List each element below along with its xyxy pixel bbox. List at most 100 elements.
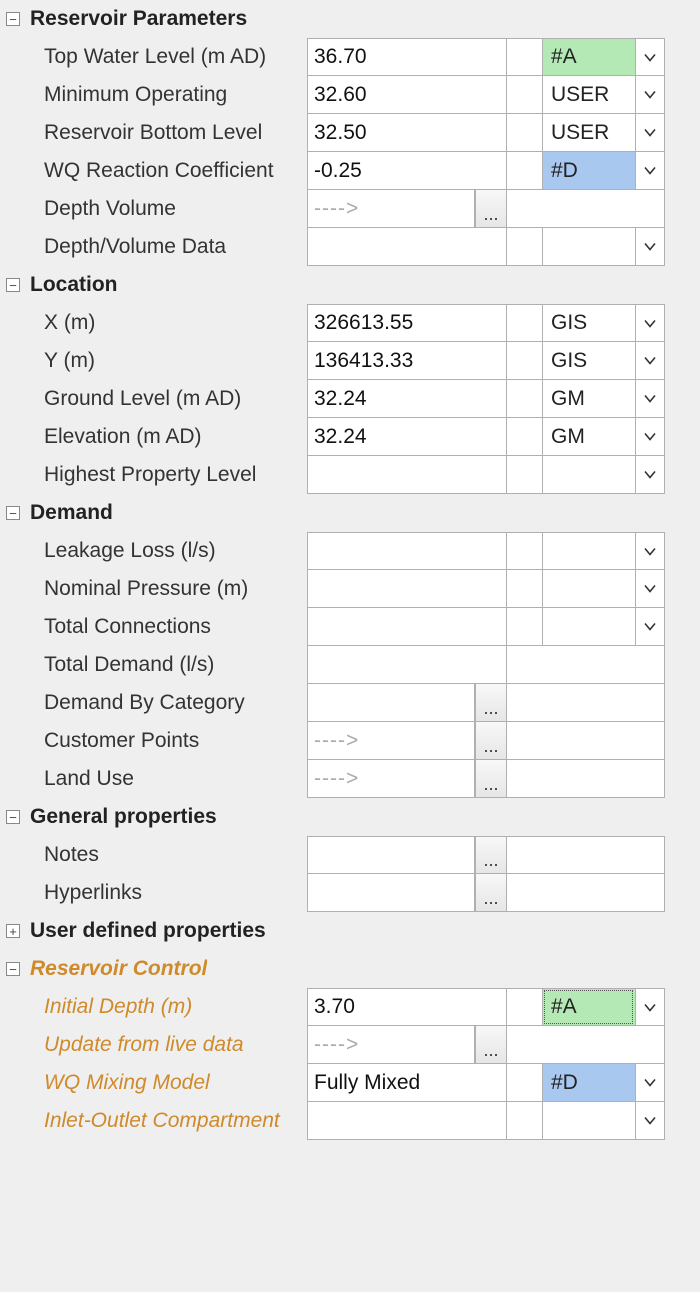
- dropdown-icon[interactable]: [635, 76, 665, 114]
- collapse-icon[interactable]: −: [6, 12, 20, 26]
- value-input[interactable]: [307, 836, 475, 874]
- browse-button[interactable]: ...: [475, 722, 507, 760]
- collapse-icon[interactable]: −: [6, 962, 20, 976]
- property-label: Highest Property Level: [0, 456, 307, 494]
- browse-button[interactable]: ...: [475, 1026, 507, 1064]
- source-tag[interactable]: [542, 608, 635, 646]
- dropdown-icon[interactable]: [635, 418, 665, 456]
- collapse-icon[interactable]: −: [6, 506, 20, 520]
- property-label: Leakage Loss (l/s): [0, 532, 307, 570]
- dropdown-icon[interactable]: [635, 228, 665, 266]
- value-input[interactable]: ---->: [307, 760, 475, 798]
- dropdown-icon[interactable]: [635, 38, 665, 76]
- collapse-icon[interactable]: −: [6, 810, 20, 824]
- dropdown-icon[interactable]: [635, 380, 665, 418]
- source-tag[interactable]: #A: [542, 988, 635, 1026]
- gap-cell: [507, 380, 542, 418]
- gap-cell: [507, 228, 542, 266]
- value-input[interactable]: [307, 532, 507, 570]
- value-input[interactable]: 3.70: [307, 988, 507, 1026]
- property-label: Depth Volume: [0, 190, 307, 228]
- property-label: X (m): [0, 304, 307, 342]
- source-tag[interactable]: [542, 456, 635, 494]
- source-tag[interactable]: [542, 570, 635, 608]
- browse-button[interactable]: ...: [475, 836, 507, 874]
- browse-button[interactable]: ...: [475, 760, 507, 798]
- row-total-connections: Total Connections: [0, 608, 700, 646]
- value-input[interactable]: 326613.55: [307, 304, 507, 342]
- dropdown-icon[interactable]: [635, 114, 665, 152]
- dropdown-icon[interactable]: [635, 342, 665, 380]
- property-label: Elevation (m AD): [0, 418, 307, 456]
- value-input[interactable]: 32.60: [307, 76, 507, 114]
- value-input[interactable]: [307, 570, 507, 608]
- section-location[interactable]: − Location: [0, 266, 700, 304]
- gap-cell: [507, 570, 542, 608]
- value-input[interactable]: [307, 456, 507, 494]
- source-tag[interactable]: #A: [542, 38, 635, 76]
- source-tag[interactable]: [542, 228, 635, 266]
- property-label: Total Connections: [0, 608, 307, 646]
- browse-button[interactable]: ...: [475, 190, 507, 228]
- property-grid: − Reservoir Parameters Top Water Level (…: [0, 0, 700, 1140]
- value-input[interactable]: 32.50: [307, 114, 507, 152]
- source-tag[interactable]: GM: [542, 380, 635, 418]
- expand-icon[interactable]: +: [6, 924, 20, 938]
- value-input[interactable]: 136413.33: [307, 342, 507, 380]
- gap-cell: [507, 532, 542, 570]
- value-input[interactable]: -0.25: [307, 152, 507, 190]
- source-tag[interactable]: GIS: [542, 342, 635, 380]
- dropdown-icon[interactable]: [635, 608, 665, 646]
- blank-cell: [507, 646, 665, 684]
- dropdown-icon[interactable]: [635, 1064, 665, 1102]
- row-reservoir-bottom: Reservoir Bottom Level 32.50 USER: [0, 114, 700, 152]
- value-input[interactable]: [307, 228, 507, 266]
- property-label: Inlet-Outlet Compartment: [0, 1102, 307, 1140]
- row-inlet-outlet-compartment: Inlet-Outlet Compartment: [0, 1102, 700, 1140]
- source-tag[interactable]: GM: [542, 418, 635, 456]
- row-depth-volume: Depth Volume ----> ...: [0, 190, 700, 228]
- browse-button[interactable]: ...: [475, 684, 507, 722]
- value-input[interactable]: ---->: [307, 190, 475, 228]
- value-input[interactable]: ---->: [307, 722, 475, 760]
- section-general-properties[interactable]: − General properties: [0, 798, 700, 836]
- property-label: Land Use: [0, 760, 307, 798]
- gap-cell: [507, 608, 542, 646]
- source-tag[interactable]: GIS: [542, 304, 635, 342]
- section-reservoir-control[interactable]: − Reservoir Control: [0, 950, 700, 988]
- section-demand[interactable]: − Demand: [0, 494, 700, 532]
- value-input[interactable]: 32.24: [307, 418, 507, 456]
- dropdown-icon[interactable]: [635, 1102, 665, 1140]
- browse-button[interactable]: ...: [475, 874, 507, 912]
- value-input[interactable]: ---->: [307, 1026, 475, 1064]
- value-input[interactable]: [307, 646, 507, 684]
- dropdown-icon[interactable]: [635, 988, 665, 1026]
- source-tag[interactable]: USER: [542, 114, 635, 152]
- dropdown-icon[interactable]: [635, 532, 665, 570]
- value-input[interactable]: [307, 874, 475, 912]
- row-demand-by-category: Demand By Category ...: [0, 684, 700, 722]
- value-input[interactable]: [307, 684, 475, 722]
- source-tag[interactable]: [542, 1102, 635, 1140]
- dropdown-icon[interactable]: [635, 570, 665, 608]
- dropdown-icon[interactable]: [635, 304, 665, 342]
- gap-cell: [507, 76, 542, 114]
- dropdown-icon[interactable]: [635, 152, 665, 190]
- value-input[interactable]: 32.24: [307, 380, 507, 418]
- source-tag[interactable]: USER: [542, 76, 635, 114]
- value-input[interactable]: 36.70: [307, 38, 507, 76]
- value-input[interactable]: [307, 1102, 507, 1140]
- row-customer-points: Customer Points ----> ...: [0, 722, 700, 760]
- row-depth-volume-data: Depth/Volume Data: [0, 228, 700, 266]
- section-user-defined-properties[interactable]: + User defined properties: [0, 912, 700, 950]
- value-input[interactable]: Fully Mixed: [307, 1064, 507, 1102]
- row-wq-reaction-coeff: WQ Reaction Coefficient -0.25 #D: [0, 152, 700, 190]
- source-tag[interactable]: #D: [542, 152, 635, 190]
- collapse-icon[interactable]: −: [6, 278, 20, 292]
- source-tag[interactable]: [542, 532, 635, 570]
- source-tag[interactable]: #D: [542, 1064, 635, 1102]
- dropdown-icon[interactable]: [635, 456, 665, 494]
- value-input[interactable]: [307, 608, 507, 646]
- property-label: Y (m): [0, 342, 307, 380]
- section-reservoir-parameters[interactable]: − Reservoir Parameters: [0, 0, 700, 38]
